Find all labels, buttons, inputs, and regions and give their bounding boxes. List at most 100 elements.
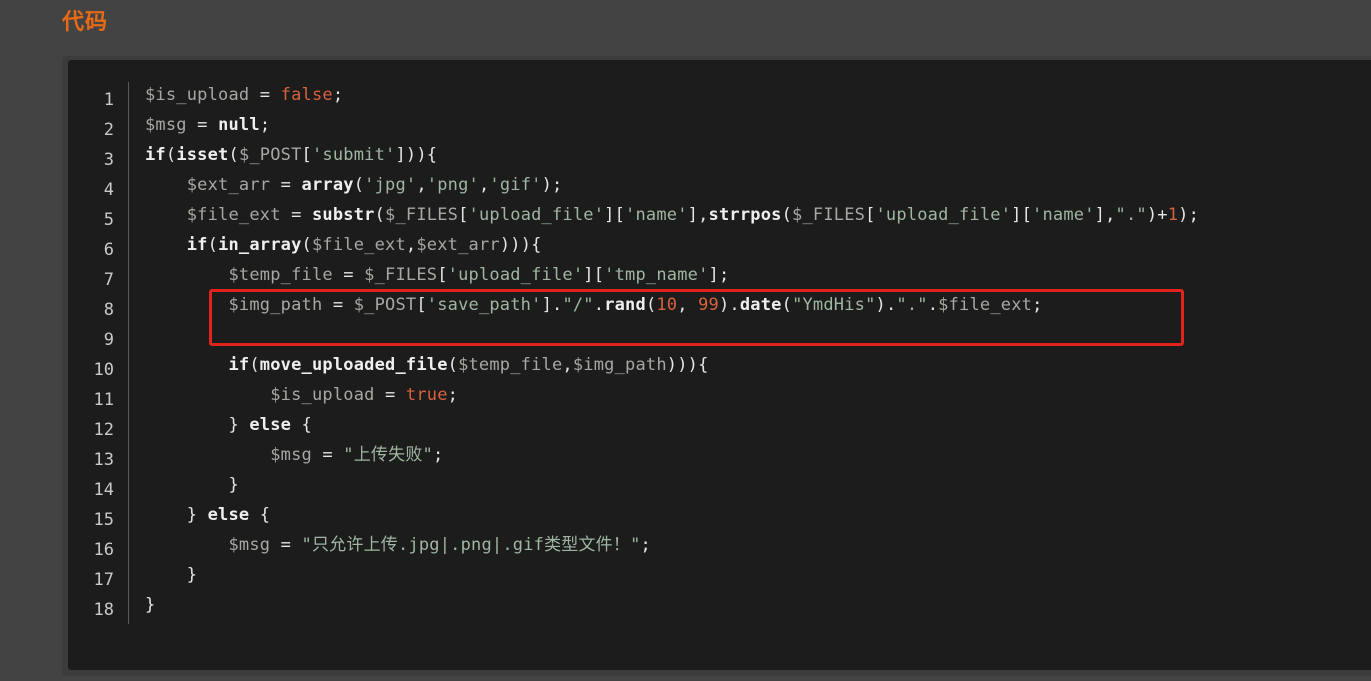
- line-number: 4: [103, 180, 114, 200]
- line-number: 18: [93, 600, 114, 620]
- code-token-op: (: [781, 205, 793, 225]
- code-line: }: [145, 560, 197, 590]
- code-token-op: ];: [708, 265, 730, 285]
- code-token-fn: array: [301, 175, 354, 195]
- code-token-str: 'name': [1032, 205, 1095, 225]
- code-token-op: [145, 205, 187, 225]
- code-token-var: $_POST: [238, 145, 302, 165]
- code-token-op: ][: [1011, 205, 1033, 225]
- code-token-op: ][: [583, 265, 605, 285]
- code-token-op: }: [145, 565, 198, 585]
- code-token-op: (: [374, 205, 386, 225]
- code-token-op: (: [301, 235, 312, 255]
- code-token-op: ))){: [499, 235, 542, 255]
- code-token-var: $_FILES: [792, 205, 866, 225]
- code-token-op: ;: [447, 385, 459, 405]
- code-token-op: (: [353, 175, 365, 195]
- code-token-str: "上传失败": [343, 445, 433, 465]
- code-token-kw: if: [145, 145, 166, 165]
- code-token-op: [145, 535, 228, 555]
- code-token-op: )+: [1146, 205, 1168, 225]
- code-token-op: ,: [562, 355, 573, 375]
- line-number: 6: [103, 240, 114, 260]
- line-number: 7: [103, 270, 114, 290]
- code-token-op: ,: [478, 175, 490, 195]
- code-token-var: $file_ext: [311, 235, 406, 255]
- code-token-op: ],: [687, 205, 709, 225]
- code-token-kw: null: [218, 115, 260, 135]
- code-token-op: [145, 355, 228, 375]
- code-token-op: =: [249, 85, 281, 105]
- code-line: $file_ext = substr($_FILES['upload_file'…: [145, 200, 1199, 230]
- code-token-op: [: [301, 145, 312, 165]
- line-number: 9: [103, 330, 114, 350]
- code-token-str: 'jpg': [364, 175, 417, 195]
- line-number: 15: [93, 510, 114, 530]
- code-token-str: "只允许上传.jpg|.png|.gif类型文件！": [301, 535, 641, 555]
- line-number-gutter: 1 2 3 4 5 6 7 8 9 10 11 12 13 14 15 16 17 18: [70, 82, 129, 624]
- code-token-op: (: [447, 355, 459, 375]
- code-token-bool: true: [405, 385, 448, 405]
- line-number: 14: [93, 480, 114, 500]
- code-token-fn: substr: [311, 205, 375, 225]
- line-number: 13: [93, 450, 114, 470]
- code-token-op: [145, 265, 228, 285]
- code-token-op: );: [1178, 205, 1200, 225]
- line-number: 5: [103, 210, 114, 230]
- code-line: $is_upload = false;: [145, 80, 343, 110]
- code-token-kw: else: [207, 505, 250, 525]
- line-number: 16: [93, 540, 114, 560]
- code-line: if(in_array($file_ext,$ext_arr))){: [145, 230, 542, 260]
- code-token-op: [: [437, 265, 448, 285]
- code-token-op: ][: [604, 205, 626, 225]
- code-token-kw: if: [186, 235, 208, 255]
- code-token-op: [145, 175, 187, 195]
- code-token-bool: false: [280, 85, 333, 105]
- code-token-str: 'submit': [311, 145, 396, 165]
- code-token-op: =: [270, 175, 302, 195]
- code-line: $ext_arr = array('jpg','png','gif');: [145, 170, 563, 200]
- code-token-num: 1: [1167, 205, 1179, 225]
- line-number: 10: [93, 360, 114, 380]
- code-line: } else {: [145, 410, 312, 440]
- code-token-fn: strrpos: [708, 205, 782, 225]
- code-token-str: 'upload_file': [447, 265, 584, 285]
- code-token-op: (: [207, 235, 219, 255]
- code-token-var: $temp_file: [228, 265, 333, 285]
- code-token-var: $_FILES: [364, 265, 438, 285]
- line-number: 2: [103, 120, 114, 140]
- code-token-op: {: [291, 415, 312, 435]
- code-token-var: $msg: [145, 115, 187, 135]
- section-title: 代码: [62, 10, 109, 35]
- code-token-str: 'png': [426, 175, 479, 195]
- code-token-op: ,: [416, 175, 427, 195]
- code-token-var: $msg: [270, 445, 312, 465]
- code-token-str: 'name': [625, 205, 688, 225]
- code-token-op: [145, 385, 270, 405]
- code-token-op: ;: [640, 535, 651, 555]
- code-token-str: 'tmp_name': [604, 265, 709, 285]
- code-token-op: ,: [405, 235, 417, 255]
- code-token-op: =: [374, 385, 406, 405]
- code-token-op: }: [145, 595, 156, 615]
- code-token-var: $file_ext: [186, 205, 281, 225]
- code-token-str: 'upload_file': [875, 205, 1012, 225]
- code-token-var: $img_path: [572, 355, 667, 375]
- code-line: if(isset($_POST['submit'])){: [145, 140, 437, 170]
- code-token-op: ;: [259, 115, 271, 135]
- code-token-op: }: [145, 475, 239, 495]
- code-token-op: ])){: [395, 145, 438, 165]
- code-token-op: {: [249, 505, 271, 525]
- code-token-fn: isset: [176, 145, 229, 165]
- code-token-op: [: [458, 205, 469, 225]
- code-token-var: $is_upload: [145, 85, 250, 105]
- code-line: $msg = "上传失败";: [145, 440, 443, 470]
- line-number: 17: [93, 570, 114, 590]
- code-token-op: =: [270, 535, 302, 555]
- line-number: 11: [93, 390, 114, 410]
- code-token-op: =: [186, 115, 219, 135]
- code-line: $temp_file = $_FILES['upload_file']['tmp…: [145, 260, 729, 290]
- code-token-op: [145, 445, 270, 465]
- code-token-kw: if: [228, 355, 250, 375]
- code-token-fn: in_array: [218, 235, 302, 255]
